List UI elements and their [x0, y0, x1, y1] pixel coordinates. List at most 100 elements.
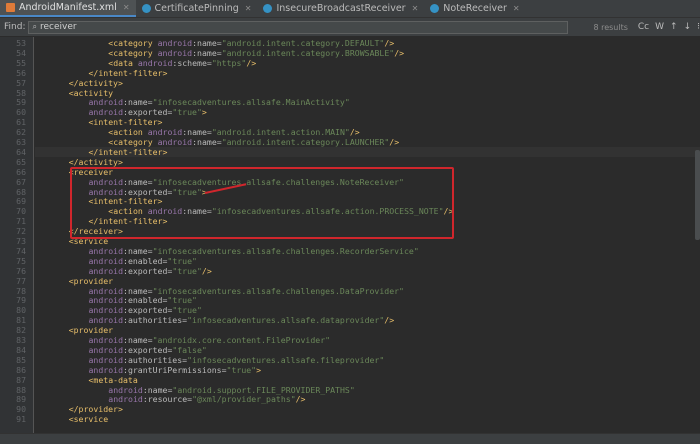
tab-notereceiver[interactable]: NoteReceiver ✕ [424, 0, 525, 17]
code-token: /> [246, 57, 257, 68]
code-line[interactable]: android:authorities="infosecadventures.a… [35, 355, 700, 365]
line-number: 83 [16, 335, 26, 345]
find-option-3[interactable]: ↓ [684, 22, 692, 32]
line-number: 68 [16, 186, 26, 197]
code-token: android [88, 344, 124, 355]
code-line[interactable]: <action android:name="android.intent.act… [35, 127, 700, 137]
line-number: 59 [16, 97, 26, 108]
line-number: 67 [16, 176, 26, 187]
code-token: "androidx.core.content.FileProvider" [152, 335, 331, 345]
code-line[interactable]: </activity> [35, 78, 700, 88]
code-token: "android.intent.category.DEFAULT" [221, 38, 385, 48]
find-option-0[interactable]: Cc [638, 22, 649, 32]
code-line[interactable]: android:resource="@xml/provider_paths"/> [35, 394, 700, 404]
line-number: 56 [16, 67, 26, 78]
code-token: > [201, 107, 207, 118]
horizontal-scrollbar[interactable] [0, 433, 700, 444]
code-line[interactable]: </activity> [35, 157, 700, 167]
class-icon [430, 4, 440, 13]
code-line[interactable]: android:name="infosecadventures.allsafe.… [35, 286, 700, 296]
code-token: "true" [172, 265, 202, 276]
line-number: 82 [16, 325, 26, 336]
code-line[interactable]: android:exported="false" [35, 345, 700, 355]
code-line[interactable]: </provider> [35, 404, 700, 414]
code-token: "infosecadventures.allsafe.MainActivity" [152, 97, 350, 108]
line-number: 75 [16, 255, 26, 266]
close-icon[interactable]: ✕ [412, 4, 419, 13]
code-token: > [256, 364, 262, 375]
code-token: <data [108, 57, 138, 68]
tab-label: CertificatePinning [154, 3, 239, 14]
close-icon[interactable]: ✕ [245, 4, 252, 13]
code-line[interactable]: android:name="infosecadventures.allsafe.… [35, 97, 700, 107]
line-number: 77 [16, 275, 26, 286]
code-line[interactable]: android:grantUriPermissions="true"> [35, 365, 700, 375]
code-line[interactable]: android:exported="true"/> [35, 266, 700, 276]
code-line[interactable]: <category android:name="android.intent.c… [35, 137, 700, 147]
code-token: /> [394, 47, 405, 58]
line-number: 90 [16, 404, 26, 415]
code-line[interactable]: android:enabled="true" [35, 256, 700, 266]
code-token: android [88, 285, 124, 296]
code-token: :name= [192, 47, 222, 58]
code-token: <category [108, 38, 158, 48]
code-token: android [88, 335, 124, 345]
code-token: android [88, 97, 124, 108]
code-line[interactable]: android:enabled="true" [35, 295, 700, 305]
line-number: 88 [16, 384, 26, 395]
find-bar: Find: ⌕ 8 results CcW↑↓⁝ [0, 18, 700, 37]
code-token: android [88, 315, 124, 326]
code-line[interactable]: <service [35, 414, 700, 424]
tab-insecurebroadcastreceiver[interactable]: InsecureBroadcastReceiver ✕ [257, 0, 424, 17]
code-token: :name= [123, 335, 153, 345]
code-token: :name= [142, 384, 173, 395]
code-token: :exported= [123, 107, 173, 118]
code-line[interactable]: android:name="androidx.core.content.File… [35, 335, 700, 345]
code-line[interactable]: <category android:name="android.intent.c… [35, 48, 700, 58]
code-token: android [157, 38, 193, 48]
find-option-2[interactable]: ↑ [670, 22, 678, 32]
code-line[interactable]: android:exported="true" [35, 305, 700, 315]
find-box[interactable]: ⌕ [28, 20, 569, 34]
line-number: 62 [16, 127, 26, 138]
code-line[interactable]: <provider [35, 325, 700, 335]
line-number: 81 [16, 315, 26, 326]
code-line[interactable]: <provider [35, 276, 700, 286]
line-number: 73 [16, 236, 26, 246]
code-token: "true" [172, 107, 202, 118]
code-token: android [88, 107, 124, 118]
code-token: "android.intent.action.MAIN" [211, 127, 350, 138]
code-line[interactable]: android:exported="true"> [35, 107, 700, 117]
code-line[interactable]: android:authorities="infosecadventures.a… [35, 315, 700, 325]
code-token: :enabled= [123, 255, 168, 266]
editor-tab-bar: AndroidManifest.xml ✕ CertificatePinning ✕ I… [0, 0, 700, 18]
code-line[interactable]: <meta-data [35, 375, 700, 385]
code-token: "false" [172, 344, 207, 355]
line-number-gutter: 53 54 55 56 57 58 59 60 61 62 63 64 65 66 67 68 69 70 71 72… [0, 37, 34, 433]
scrollbar-thumb[interactable] [695, 150, 700, 240]
code-line[interactable]: <data android:scheme="https"/> [35, 58, 700, 68]
code-line[interactable]: <category android:name="android.intent.c… [35, 38, 700, 48]
code-token: <category [108, 137, 158, 147]
code-token: </activity> [68, 156, 123, 167]
code-line[interactable]: </intent-filter> [35, 146, 700, 157]
code-token: <service [68, 414, 109, 425]
find-option-1[interactable]: W [655, 22, 664, 32]
tab-certificatepinning[interactable]: CertificatePinning ✕ [136, 0, 258, 17]
find-input[interactable] [39, 22, 520, 32]
code-token: <category [108, 47, 158, 58]
class-icon [263, 4, 273, 13]
code-token: <provider [68, 325, 114, 336]
code-token: android [137, 57, 173, 68]
search-icon[interactable]: ⌕ [32, 22, 36, 32]
close-icon[interactable]: ✕ [513, 4, 520, 13]
tab-androidmanifest-xml[interactable]: AndroidManifest.xml ✕ [0, 0, 136, 17]
code-line[interactable]: <activity [35, 88, 700, 98]
code-line[interactable]: </intent-filter> [35, 68, 700, 78]
code-token: "https" [211, 57, 247, 68]
code-line[interactable]: android:name="android.support.FILE_PROVI… [35, 385, 700, 395]
code-line[interactable]: android:name="infosecadventures.allsafe.… [35, 246, 700, 256]
code-line[interactable]: <intent-filter> [35, 117, 700, 127]
line-number: 54 [16, 47, 26, 58]
close-icon[interactable]: ✕ [123, 3, 130, 12]
